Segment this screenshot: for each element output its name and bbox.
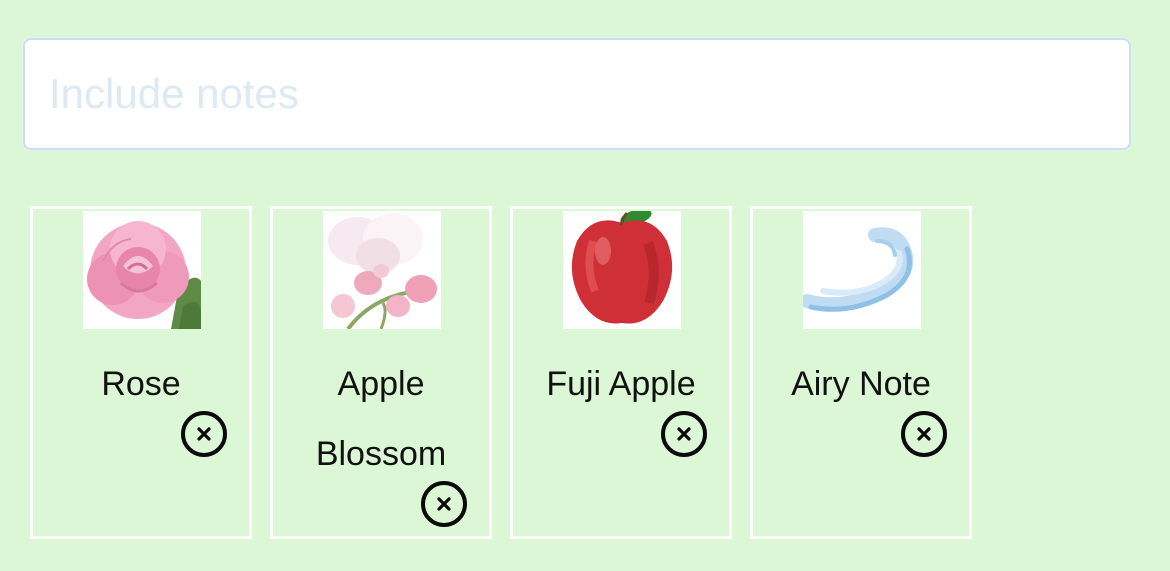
airy-swirl-image: [803, 211, 921, 329]
note-card-apple-blossom: Apple Blossom: [270, 206, 492, 539]
note-label: Apple Blossom: [315, 365, 447, 473]
note-card-rose: Rose: [30, 206, 252, 539]
close-icon: [437, 497, 451, 511]
note-card-airy-note: Airy Note: [750, 206, 972, 539]
remove-rose-button[interactable]: [181, 411, 227, 457]
close-icon: [197, 427, 211, 441]
note-label: Rose: [101, 365, 181, 403]
apple-blossom-image: [323, 211, 441, 329]
note-label: Airy Note: [791, 365, 931, 403]
fuji-apple-image: [563, 211, 681, 329]
notes-search-input[interactable]: [23, 38, 1131, 150]
note-card-fuji-apple: Fuji Apple: [510, 206, 732, 539]
note-label: Fuji Apple: [546, 365, 696, 403]
remove-apple-blossom-button[interactable]: [421, 481, 467, 527]
close-icon: [677, 427, 691, 441]
remove-fuji-apple-button[interactable]: [661, 411, 707, 457]
remove-airy-note-button[interactable]: [901, 411, 947, 457]
close-icon: [917, 427, 931, 441]
rose-image: [83, 211, 201, 329]
